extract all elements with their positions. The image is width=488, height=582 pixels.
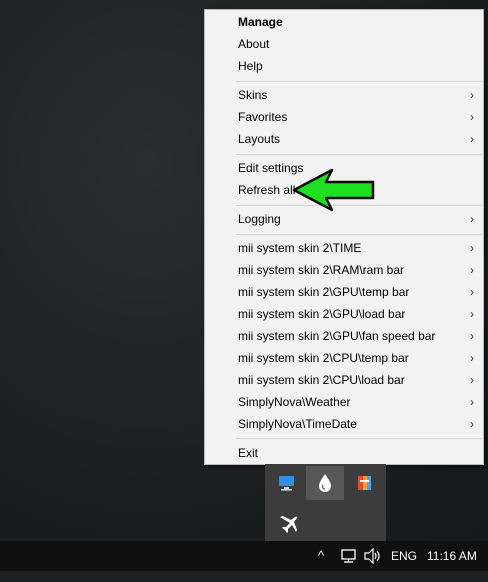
menu-item-skin-gpu-fan-speed-bar[interactable]: mii system skin 2\GPU\fan speed bar › — [205, 325, 483, 347]
volume-icon[interactable] — [363, 541, 383, 571]
network-monitor-icon[interactable] — [267, 466, 305, 500]
chevron-right-icon: › — [470, 263, 474, 277]
menu-item-skin-weather[interactable]: SimplyNova\Weather › — [205, 391, 483, 413]
menu-item-favorites[interactable]: Favorites › — [205, 106, 483, 128]
rainmeter-drop-icon[interactable] — [306, 466, 344, 500]
menu-item-skin-cpu-temp-bar[interactable]: mii system skin 2\CPU\temp bar › — [205, 347, 483, 369]
menu-separator — [236, 81, 482, 82]
clock[interactable]: 11:16 AM — [427, 541, 477, 571]
taskbar: ^ ENG 11:16 AM — [0, 541, 488, 571]
menu-item-manage[interactable]: Manage — [205, 11, 483, 33]
chevron-right-icon: › — [470, 212, 474, 226]
chevron-right-icon: › — [470, 285, 474, 299]
chevron-right-icon: › — [470, 307, 474, 321]
menu-item-skin-gpu-load-bar[interactable]: mii system skin 2\GPU\load bar › — [205, 303, 483, 325]
green-arrow-icon — [292, 168, 375, 212]
network-icon[interactable] — [340, 541, 358, 571]
chevron-right-icon: › — [470, 110, 474, 124]
chevron-right-icon: › — [470, 395, 474, 409]
menu-item-about[interactable]: About — [205, 33, 483, 55]
menu-item-skins[interactable]: Skins › — [205, 84, 483, 106]
menu-item-skin-ram-bar[interactable]: mii system skin 2\RAM\ram bar › — [205, 259, 483, 281]
app-tray-icon[interactable] — [345, 466, 383, 500]
show-hidden-icons-chevron[interactable]: ^ — [318, 541, 324, 571]
menu-item-exit[interactable]: Exit — [205, 442, 483, 464]
menu-item-skin-timedate[interactable]: SimplyNova\TimeDate › — [205, 413, 483, 435]
chevron-right-icon: › — [470, 417, 474, 431]
chevron-right-icon: › — [470, 329, 474, 343]
menu-item-layouts[interactable]: Layouts › — [205, 128, 483, 150]
chevron-right-icon: › — [470, 88, 474, 102]
menu-item-skin-cpu-load-bar[interactable]: mii system skin 2\CPU\load bar › — [205, 369, 483, 391]
airplane-icon[interactable] — [267, 504, 305, 538]
menu-separator — [236, 234, 482, 235]
menu-item-skin-time[interactable]: mii system skin 2\TIME › — [205, 237, 483, 259]
menu-separator — [236, 438, 482, 439]
chevron-right-icon: › — [470, 351, 474, 365]
chevron-right-icon: › — [470, 241, 474, 255]
menu-item-help[interactable]: Help — [205, 55, 483, 77]
menu-item-skin-gpu-temp-bar[interactable]: mii system skin 2\GPU\temp bar › — [205, 281, 483, 303]
chevron-right-icon: › — [470, 132, 474, 146]
menu-separator — [236, 154, 482, 155]
language-indicator[interactable]: ENG — [391, 541, 417, 571]
chevron-right-icon: › — [470, 373, 474, 387]
context-menu: Manage About Help Skins › Favorites › Layo… — [204, 9, 484, 465]
tray-overflow-popup — [265, 464, 386, 541]
